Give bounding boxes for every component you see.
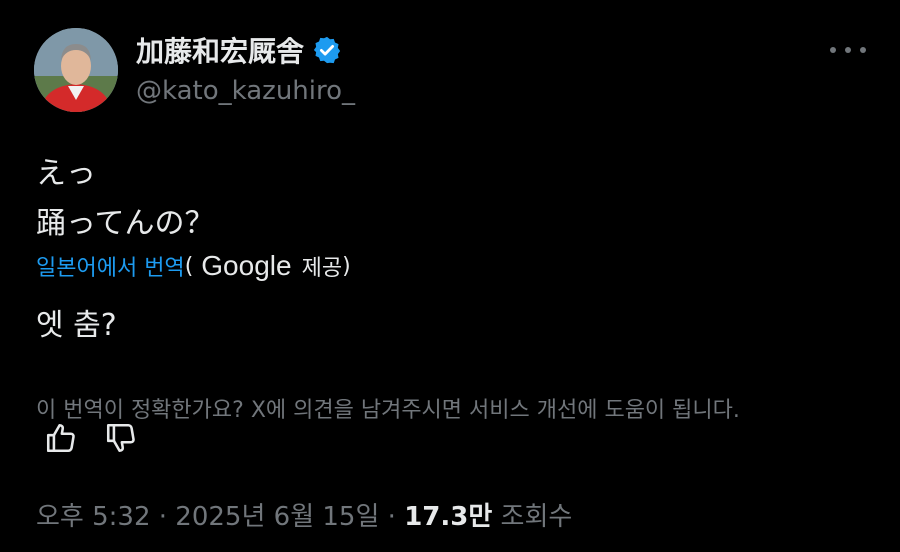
- thumbs-down-icon[interactable]: [104, 420, 138, 456]
- verified-badge-icon: [312, 35, 342, 65]
- more-options-icon[interactable]: [830, 36, 866, 64]
- meta-separator: ·: [379, 502, 405, 532]
- post-line-1: えっ: [36, 156, 96, 191]
- views-count: 17.3만: [404, 502, 493, 532]
- post-time[interactable]: 오후 5:32: [36, 502, 151, 532]
- translated-text: 엣 춤?: [36, 308, 117, 343]
- author-handle[interactable]: @kato_kazuhiro_: [136, 76, 355, 106]
- translated-from-link[interactable]: 일본어에서 번역: [36, 250, 185, 282]
- avatar[interactable]: [34, 28, 118, 112]
- close-paren: ): [342, 253, 351, 279]
- author-display-name[interactable]: 加藤和宏厩舎: [136, 30, 342, 70]
- translation-attribution: 일본어에서 번역 ( Google 제공 ): [36, 250, 351, 282]
- meta-separator: ·: [150, 502, 176, 532]
- post-line-2: 踊ってんの？: [36, 206, 215, 241]
- views-label: 조회수: [500, 502, 573, 532]
- post-date[interactable]: 2025년 6월 15일: [175, 502, 379, 532]
- translation-feedback-prompt: 이 번역이 정확한가요? X에 의견을 남겨주시면 서비스 개선에 도움이 됩니…: [36, 398, 740, 423]
- thumbs-up-icon[interactable]: [44, 420, 78, 456]
- google-logo: Google: [201, 250, 292, 281]
- post-meta: 오후 5:32 · 2025년 6월 15일 · 17.3만 조회수: [36, 496, 572, 533]
- open-paren: (: [184, 253, 194, 279]
- provided-label: 제공: [301, 256, 343, 281]
- display-name-text: 加藤和宏厩舎: [136, 35, 305, 68]
